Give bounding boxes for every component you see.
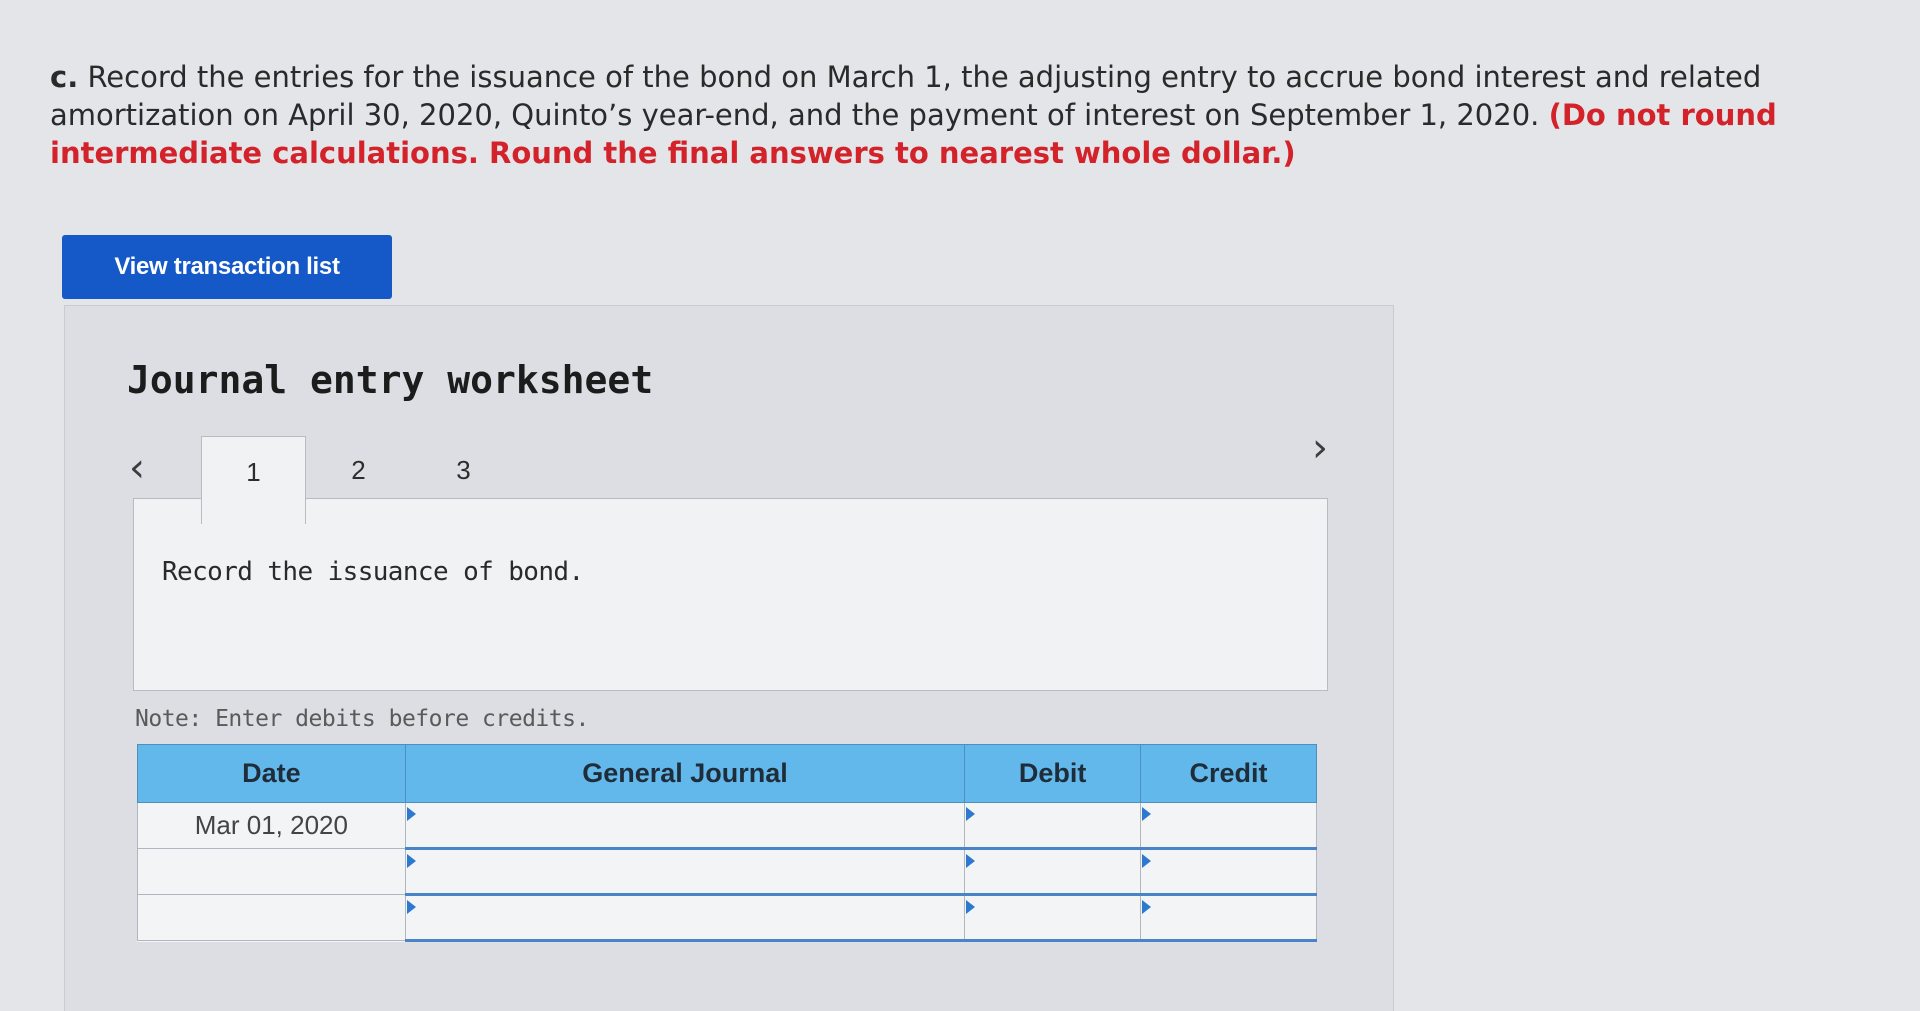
header-credit: Credit — [1140, 744, 1317, 803]
worksheet-title: Journal entry worksheet — [127, 358, 654, 402]
page: c. Record the entries for the issuance o… — [0, 0, 1920, 1011]
account-input[interactable] — [404, 802, 966, 850]
tab-label: 3 — [456, 454, 471, 485]
credit-input[interactable] — [1140, 894, 1317, 942]
header-date: Date — [137, 744, 406, 803]
header-debit: Debit — [964, 744, 1142, 803]
tab-1[interactable]: 1 — [201, 436, 306, 524]
journal-header-row: Date General Journal Debit Credit — [137, 744, 1317, 803]
prompt-text: Record the issuance of bond. — [162, 557, 584, 587]
table-row — [137, 894, 1317, 942]
chevron-right-icon[interactable]: › — [1312, 428, 1328, 468]
credit-input[interactable] — [1140, 848, 1317, 896]
date-cell: Mar 01, 2020 — [137, 802, 406, 849]
date-cell — [137, 894, 406, 941]
question-body: Record the entries for the issuance of t… — [50, 60, 1762, 132]
question-label: c. — [50, 60, 79, 94]
view-transaction-list-button[interactable]: View transaction list — [62, 235, 392, 299]
debit-input[interactable] — [964, 848, 1142, 896]
journal-table: Date General Journal Debit Credit Mar 01… — [137, 744, 1317, 942]
tab-2[interactable]: 2 — [306, 436, 411, 504]
credit-input[interactable] — [1140, 802, 1317, 850]
date-cell — [137, 848, 406, 895]
tab-label: 1 — [246, 457, 261, 487]
tab-label: 2 — [351, 454, 366, 485]
account-input[interactable] — [404, 894, 966, 942]
debit-input[interactable] — [964, 802, 1142, 850]
account-input[interactable] — [404, 848, 966, 896]
table-row — [137, 848, 1317, 896]
tab-3[interactable]: 3 — [411, 436, 516, 504]
debit-input[interactable] — [964, 894, 1142, 942]
table-row: Mar 01, 2020 — [137, 802, 1317, 850]
note-text: Note: Enter debits before credits. — [135, 706, 589, 732]
prompt-box: Record the issuance of bond. — [133, 498, 1328, 691]
question-text: c. Record the entries for the issuance o… — [50, 58, 1890, 172]
chevron-left-icon[interactable]: ‹ — [129, 448, 145, 488]
journal-entry-worksheet: Journal entry worksheet ‹ › 1 2 3 Record… — [64, 305, 1394, 1011]
header-general-journal: General Journal — [404, 744, 966, 803]
